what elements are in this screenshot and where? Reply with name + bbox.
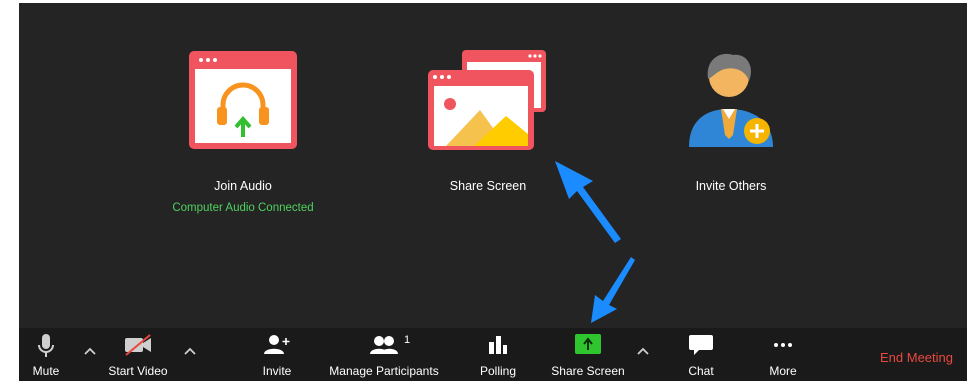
audio-status-text: Computer Audio Connected xyxy=(172,202,314,214)
share-screen-button[interactable]: Share Screen xyxy=(544,328,632,381)
invite-others-label: Invite Others xyxy=(695,179,767,193)
chat-button[interactable]: Chat xyxy=(679,328,723,381)
annotation-arrow-up-icon xyxy=(555,161,621,243)
annotation-arrow-down-icon xyxy=(591,257,635,323)
share-screen-up-arrow-icon xyxy=(575,334,601,354)
polling-label: Polling xyxy=(479,364,517,378)
invite-label: Invite xyxy=(262,364,292,378)
participants-icon xyxy=(370,336,398,354)
mute-label: Mute xyxy=(32,364,60,378)
manage-participants-button[interactable]: 1 Manage Participants xyxy=(324,328,444,381)
microphone-icon xyxy=(38,334,54,357)
start-video-button[interactable]: Start Video xyxy=(103,328,173,381)
audio-options-chevron-up-icon[interactable] xyxy=(83,346,97,356)
join-audio-label: Join Audio xyxy=(214,179,272,193)
add-person-icon xyxy=(264,335,290,354)
bar-chart-icon xyxy=(489,336,507,354)
start-video-label: Start Video xyxy=(108,364,168,378)
more-button[interactable]: More xyxy=(761,328,805,381)
meeting-toolbar: Mute Start Video Invite 1 Manage Partici… xyxy=(19,328,967,381)
share-screen-icon xyxy=(428,50,546,150)
meeting-window: Join Audio Computer Audio Connected Shar… xyxy=(19,3,967,381)
chat-bubble-icon xyxy=(689,335,713,355)
invite-button[interactable]: Invite xyxy=(255,328,299,381)
polling-button[interactable]: Polling xyxy=(473,328,523,381)
more-label: More xyxy=(769,364,797,378)
share-screen-label-toolbar: Share Screen xyxy=(551,364,625,378)
manage-participants-label: Manage Participants xyxy=(329,364,439,378)
video-options-chevron-up-icon[interactable] xyxy=(183,346,197,356)
mute-button[interactable]: Mute xyxy=(23,328,69,381)
participants-count-badge: 1 xyxy=(404,334,411,346)
share-options-chevron-up-icon[interactable] xyxy=(636,346,650,356)
invite-others-icon xyxy=(689,53,773,147)
more-dots-icon xyxy=(774,343,792,347)
chat-label: Chat xyxy=(688,364,714,378)
join-audio-icon xyxy=(189,51,297,149)
video-off-icon xyxy=(125,334,151,356)
end-meeting-button[interactable]: End Meeting xyxy=(880,350,953,365)
